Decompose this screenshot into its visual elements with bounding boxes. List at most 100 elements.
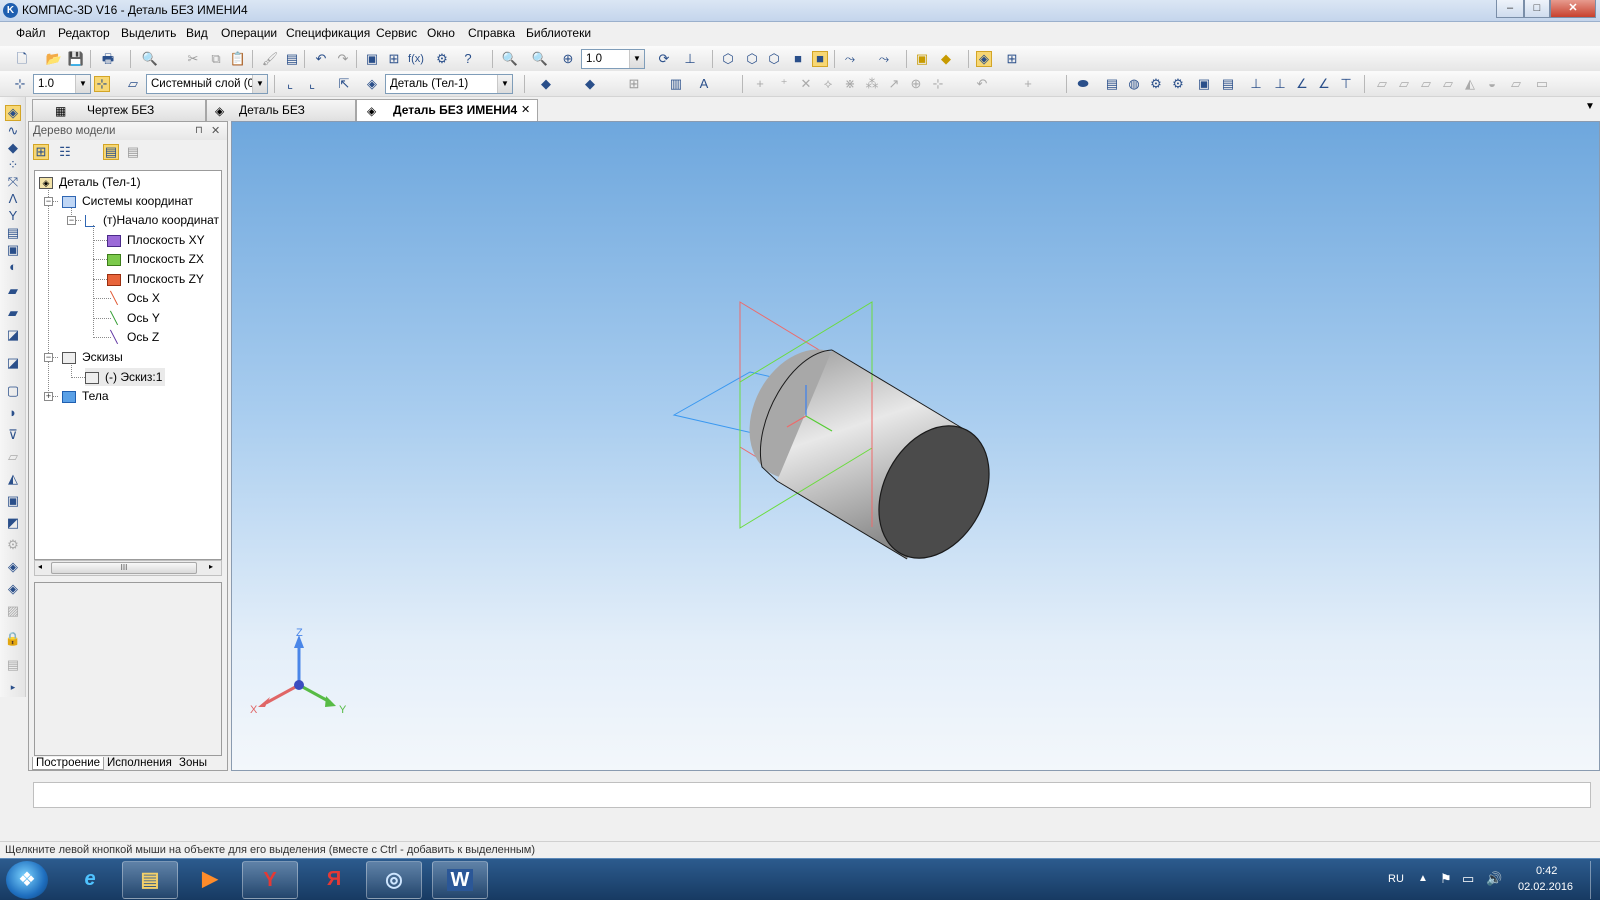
kompas-taskbar-icon[interactable]: ◎: [366, 861, 422, 899]
yandex-icon[interactable]: Я: [306, 861, 362, 899]
close-button[interactable]: ✕: [1550, 0, 1596, 18]
hidden-lines-icon[interactable]: ⬡: [744, 51, 760, 67]
pin-icon[interactable]: ⊓: [195, 122, 203, 140]
language-indicator[interactable]: RU: [1388, 873, 1404, 885]
halftone-icon[interactable]: ■: [790, 51, 806, 67]
kinematic-icon[interactable]: ◪: [5, 327, 21, 343]
tree-node-bodies[interactable]: Тела: [62, 387, 109, 405]
step-combo[interactable]: 1.0 ▼: [33, 74, 91, 94]
aux-point-icon[interactable]: +: [1020, 76, 1036, 92]
help-pointer-icon[interactable]: ?: [460, 51, 476, 67]
point-tangent-icon[interactable]: ⊹: [930, 76, 946, 92]
unfold-icon[interactable]: ▭: [1534, 76, 1550, 92]
orientation-icon[interactable]: ⊥: [682, 51, 698, 67]
dimension-icon[interactable]: ⊞: [1004, 51, 1020, 67]
dim-angle-icon[interactable]: ∠: [1316, 76, 1332, 92]
scroll-left-icon[interactable]: ◂: [38, 562, 42, 571]
tolerance-icon[interactable]: ⚙: [1170, 76, 1186, 92]
tab-part-2[interactable]: ◈ Деталь БЕЗ ИМЕНИ2: [206, 99, 356, 137]
maximize-button[interactable]: □: [1524, 0, 1550, 18]
array-icon[interactable]: ▣: [5, 493, 21, 509]
tree-filter2-icon[interactable]: ▤: [125, 144, 141, 160]
tree-node-plane-zy[interactable]: Плоскость ZY: [107, 270, 204, 288]
expand-icon[interactable]: +: [44, 392, 53, 401]
menu-operations[interactable]: Операции: [221, 26, 277, 40]
collapse-icon[interactable]: −: [44, 353, 53, 362]
scroll-right-icon[interactable]: ▸: [209, 562, 213, 571]
report-panel-icon[interactable]: ▣: [5, 242, 21, 258]
ie-icon[interactable]: e: [62, 861, 118, 899]
dim-radius-icon[interactable]: ∠: [1294, 76, 1310, 92]
loft-icon[interactable]: ◪: [5, 355, 21, 371]
expand-arrow-icon[interactable]: ▸: [5, 679, 21, 695]
rib-icon[interactable]: ▱: [5, 449, 21, 465]
save-icon[interactable]: 💾: [68, 51, 84, 67]
selection-panel-icon[interactable]: Λ: [5, 191, 21, 207]
menu-specification[interactable]: Спецификация: [286, 26, 370, 40]
revolve-icon[interactable]: ▰: [5, 305, 21, 321]
scroll-thumb[interactable]: III: [51, 562, 197, 574]
tree-node-origin[interactable]: (т)Начало координат: [85, 211, 219, 229]
tree-node-plane-xy[interactable]: Плоскость XY: [107, 231, 205, 249]
surface-icon[interactable]: ◆: [538, 76, 554, 92]
section-icon[interactable]: ◩: [5, 515, 21, 531]
copy-icon[interactable]: ⧉: [208, 51, 224, 67]
network-icon[interactable]: ▭: [1462, 871, 1474, 887]
print-icon[interactable]: 🖶: [100, 51, 116, 67]
tab-part-4[interactable]: ◈ Деталь БЕЗ ИМЕНИ4 ✕: [356, 99, 538, 121]
bom-icon[interactable]: ▥: [668, 76, 684, 92]
annotation-icon[interactable]: ▤: [1220, 76, 1236, 92]
text-icon[interactable]: A: [696, 76, 712, 92]
measure-panel-icon[interactable]: ⤧: [5, 174, 21, 190]
object-icon[interactable]: ▣: [914, 51, 930, 67]
preview-icon[interactable]: 🔍: [142, 51, 158, 67]
menu-libraries[interactable]: Библиотеки: [526, 26, 591, 40]
appearance-icon[interactable]: ◆: [938, 51, 954, 67]
tab-close-icon[interactable]: ✕: [521, 100, 530, 120]
thin-lines-icon[interactable]: ⬡: [766, 51, 782, 67]
clock-time[interactable]: 0:42: [1536, 865, 1557, 877]
undo-icon[interactable]: ↶: [313, 51, 329, 67]
measure-icon[interactable]: ⚙: [434, 51, 450, 67]
tabs-dropdown-icon[interactable]: ▼: [1585, 101, 1595, 112]
grid-icon[interactable]: ⊹: [12, 76, 28, 92]
base-icon[interactable]: ⚙: [1148, 76, 1164, 92]
tree-node-axis-z[interactable]: ╲ Ось Z: [107, 328, 159, 346]
word-icon[interactable]: W: [432, 861, 488, 899]
tray-expand-icon[interactable]: ▲: [1418, 873, 1428, 884]
constraints-panel-icon[interactable]: ⁘: [5, 157, 21, 173]
part-combo[interactable]: Деталь (Тел-1) ▼: [385, 74, 513, 94]
wireframe-icon[interactable]: ⬡: [720, 51, 736, 67]
tree-node-part[interactable]: ◈ Деталь (Тел-1): [39, 173, 141, 191]
point-mid-icon[interactable]: ⋇: [842, 76, 858, 92]
redo-icon[interactable]: ↷: [335, 51, 351, 67]
library-manager-icon[interactable]: ⊞: [386, 51, 402, 67]
variables-icon[interactable]: f(x): [408, 51, 424, 67]
flange-icon[interactable]: ▱: [1418, 76, 1434, 92]
spec-panel-icon[interactable]: ▤: [5, 225, 21, 241]
thread-icon[interactable]: ⬬: [1075, 76, 1091, 92]
cursor-icon[interactable]: ⇱: [336, 76, 352, 92]
tree-view-mode-icon[interactable]: ☷: [57, 144, 73, 160]
mark-icon[interactable]: ▤: [1104, 76, 1120, 92]
rotate-icon[interactable]: ⟳: [656, 51, 672, 67]
tree-node-sketches[interactable]: Эскизы: [62, 348, 123, 366]
new-document-icon[interactable]: 🗋: [14, 51, 30, 67]
tab-zones[interactable]: Зоны: [179, 757, 207, 769]
tab-drawing-1[interactable]: ▦ Чертеж БЕЗ ИМЕНИ1: [32, 99, 206, 137]
select-filter-icon[interactable]: ⤳: [876, 51, 892, 67]
hem-icon[interactable]: ▱: [1440, 76, 1456, 92]
media-player-icon[interactable]: ▶: [182, 861, 238, 899]
surface-op-icon[interactable]: ▨: [5, 603, 21, 619]
dim-diameter-icon[interactable]: ⊥: [1272, 76, 1288, 92]
yandex-browser-icon[interactable]: Y: [242, 861, 298, 899]
tree-node-plane-zx[interactable]: Плоскость ZX: [107, 250, 204, 268]
menu-service[interactable]: Сервис: [376, 26, 417, 40]
command-input[interactable]: [33, 782, 1591, 808]
tree-node-axis-x[interactable]: ╲ Ось X: [107, 289, 160, 307]
hole-icon[interactable]: ⊽: [5, 427, 21, 443]
zoom-in-icon[interactable]: ⊕: [560, 51, 576, 67]
open-icon[interactable]: 📂: [46, 51, 62, 67]
show-desktop-button[interactable]: [1590, 861, 1600, 899]
flag-icon[interactable]: ⚑: [1440, 871, 1452, 887]
